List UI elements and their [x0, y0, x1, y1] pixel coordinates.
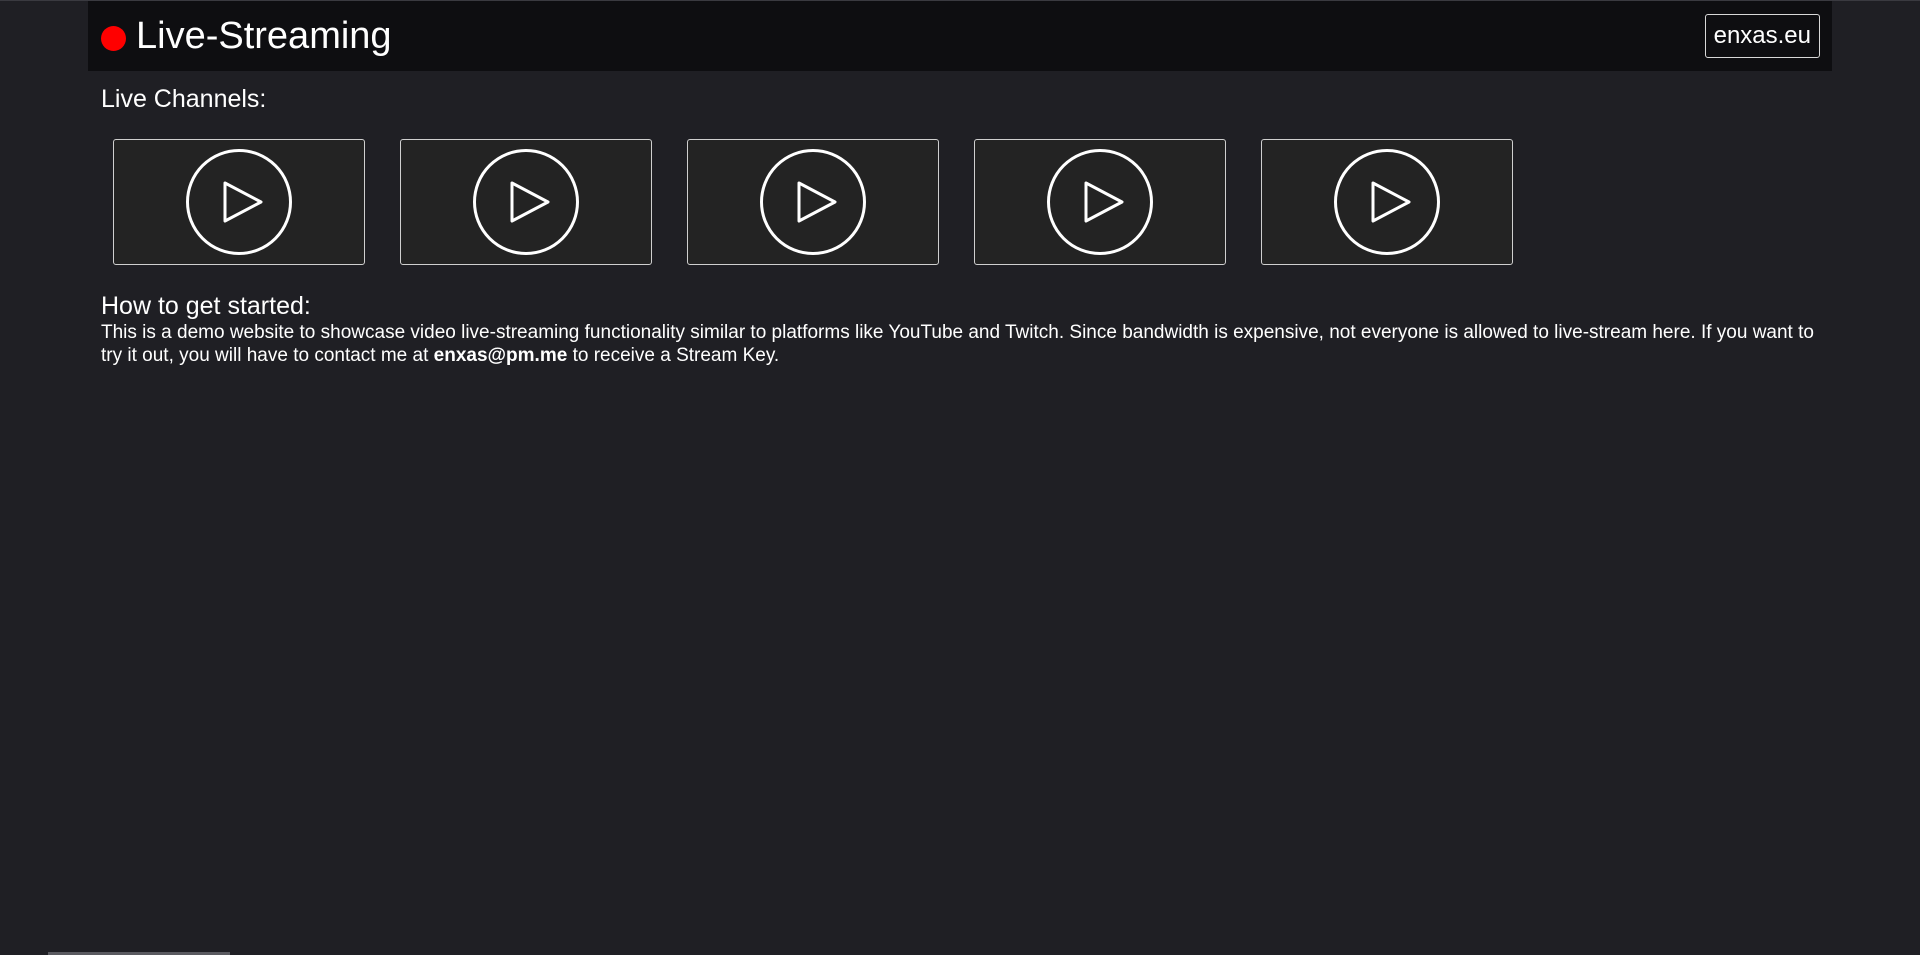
play-circle-icon — [759, 148, 867, 256]
play-circle-icon — [1046, 148, 1154, 256]
site-header: Live-Streaming enxas.eu — [88, 1, 1832, 71]
enxas-link-button[interactable]: enxas.eu — [1704, 14, 1820, 58]
channel-card-1[interactable] — [113, 139, 365, 265]
how-to-heading: How to get started: — [101, 292, 311, 320]
channel-list — [113, 139, 1513, 265]
site-title[interactable]: Live-Streaming — [136, 13, 392, 59]
how-to-text-before: This is a demo website to showcase video… — [101, 322, 1814, 366]
channel-card-2[interactable] — [400, 139, 652, 265]
how-to-description: This is a demo website to showcase video… — [101, 321, 1821, 367]
contact-email: enxas@pm.me — [433, 345, 568, 366]
live-indicator-icon — [101, 26, 126, 51]
play-circle-icon — [185, 148, 293, 256]
channel-card-3[interactable] — [687, 139, 939, 265]
how-to-text-after: to receive a Stream Key. — [567, 345, 780, 366]
play-circle-icon — [472, 148, 580, 256]
channel-card-5[interactable] — [1261, 139, 1513, 265]
play-circle-icon — [1333, 148, 1441, 256]
channel-card-4[interactable] — [974, 139, 1226, 265]
live-channels-heading: Live Channels: — [101, 85, 267, 113]
page: Live-Streaming enxas.eu Live Channels: H… — [0, 0, 1920, 955]
